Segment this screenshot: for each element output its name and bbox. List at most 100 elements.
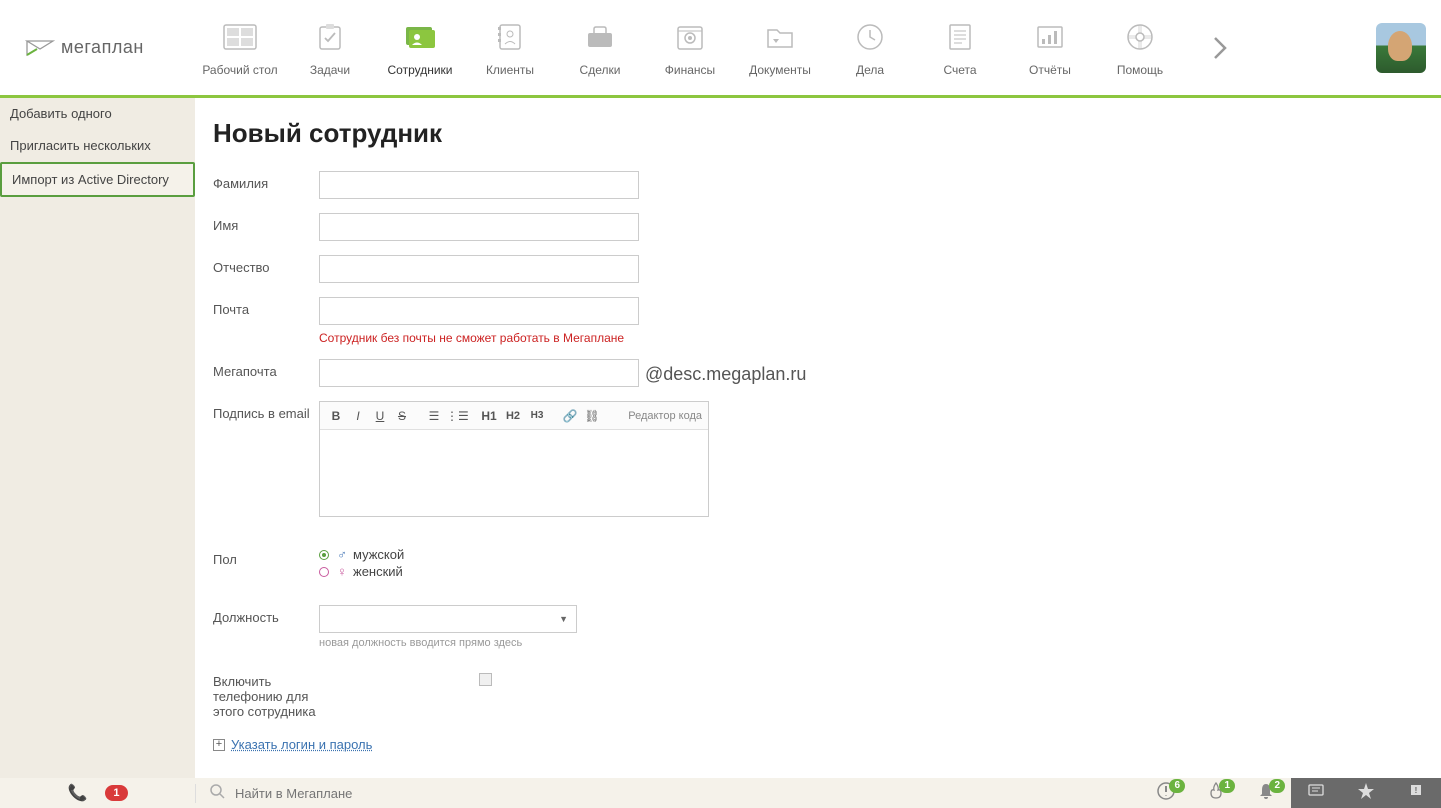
radio-dot-icon <box>319 567 329 577</box>
plus-icon: + <box>213 739 225 751</box>
editor-toolbar: B I U S ☰ ⋮☰ H1 H2 H3 🔗 ⛓ Ре <box>320 402 708 430</box>
strike-btn[interactable]: S <box>392 409 412 423</box>
gender-female-radio[interactable]: ♀ женский <box>319 564 404 579</box>
bold-btn[interactable]: B <box>326 409 346 423</box>
phone-icon[interactable]: 📞 <box>67 783 87 803</box>
nav-label: Дела <box>856 63 884 77</box>
email-hint: Сотрудник без почты не сможет работать в… <box>319 331 639 345</box>
email-label: Почта <box>213 297 319 317</box>
surname-input[interactable] <box>319 171 639 199</box>
nav-label: Счета <box>943 63 976 77</box>
position-label: Должность <box>213 605 319 625</box>
sidebar-item-invite-many[interactable]: Пригласить нескольких <box>0 130 195 162</box>
h2-btn[interactable]: H2 <box>502 410 524 422</box>
patronymic-input[interactable] <box>319 255 639 283</box>
sidebar-item-add-one[interactable]: Добавить одного <box>0 98 195 130</box>
nav-label: Отчёты <box>1029 63 1071 77</box>
nav-activities[interactable]: Дела <box>825 9 915 87</box>
flag-icon: ! <box>1408 783 1424 804</box>
fire-badge: 1 <box>1219 779 1235 793</box>
gender-male-label: мужской <box>353 547 404 562</box>
clients-icon <box>488 19 532 55</box>
nav-help[interactable]: Помощь <box>1095 9 1185 87</box>
position-select[interactable]: ▼ <box>319 605 577 633</box>
footer-alert[interactable]: 6 <box>1141 778 1191 808</box>
page-title: Новый сотрудник <box>213 118 1423 149</box>
logo[interactable]: мегаплан <box>0 37 195 59</box>
nav-documents[interactable]: Документы <box>735 9 825 87</box>
footer-icons: 6 1 2 ! <box>1141 778 1441 808</box>
nav-employees[interactable]: Сотрудники <box>375 9 465 87</box>
unlink-btn[interactable]: ⛓ <box>582 409 602 423</box>
alert-badge: 6 <box>1169 779 1185 793</box>
gender-label: Пол <box>213 547 319 567</box>
invoices-icon <box>938 19 982 55</box>
underline-btn[interactable]: U <box>370 409 390 423</box>
login-link-label: Указать логин и пароль <box>231 737 372 752</box>
editor-body[interactable] <box>320 430 708 516</box>
reports-icon <box>1028 19 1072 55</box>
link-btn[interactable]: 🔗 <box>560 409 580 423</box>
phone-badge[interactable]: 1 <box>105 785 127 801</box>
nav-label: Финансы <box>665 63 715 77</box>
nav-label: Помощь <box>1117 63 1163 77</box>
tasks-icon <box>308 19 352 55</box>
desktop-icon <box>218 19 262 55</box>
search-input[interactable] <box>235 786 535 801</box>
patronymic-label: Отчество <box>213 255 319 275</box>
sidebar-item-import-ad[interactable]: Импорт из Active Directory <box>0 162 195 197</box>
gender-male-radio[interactable]: ♂ мужской <box>319 547 404 562</box>
svg-text:!: ! <box>1415 786 1418 795</box>
login-password-expand[interactable]: + Указать логин и пароль <box>213 737 1423 752</box>
nav-more-arrow[interactable] <box>1195 9 1245 87</box>
star-icon <box>1357 782 1375 805</box>
male-icon: ♂ <box>335 548 349 562</box>
nav-label: Сотрудники <box>388 63 453 77</box>
megamail-label: Мегапочта <box>213 359 319 379</box>
user-avatar[interactable] <box>1376 23 1426 73</box>
surname-label: Фамилия <box>213 171 319 191</box>
h1-btn[interactable]: H1 <box>478 409 500 423</box>
name-input[interactable] <box>319 213 639 241</box>
h3-btn[interactable]: H3 <box>526 410 548 421</box>
footer-star[interactable] <box>1341 778 1391 808</box>
nav-finance[interactable]: Финансы <box>645 9 735 87</box>
nav-label: Задачи <box>310 63 350 77</box>
footer-flag[interactable]: ! <box>1391 778 1441 808</box>
employees-icon <box>398 19 442 55</box>
deals-icon <box>578 19 622 55</box>
gender-female-label: женский <box>353 564 403 579</box>
italic-btn[interactable]: I <box>348 409 368 423</box>
nav-desktop[interactable]: Рабочий стол <box>195 9 285 87</box>
help-icon <box>1118 19 1162 55</box>
nav-clients[interactable]: Клиенты <box>465 9 555 87</box>
content: Новый сотрудник Фамилия Имя Отчество Поч… <box>195 98 1441 778</box>
nav-tasks[interactable]: Задачи <box>285 9 375 87</box>
nav-invoices[interactable]: Счета <box>915 9 1005 87</box>
footer-chat[interactable] <box>1291 778 1341 808</box>
megamail-suffix: @desc.megaplan.ru <box>645 362 806 385</box>
logo-icon <box>25 37 55 59</box>
sidebar: Добавить одного Пригласить нескольких Им… <box>0 98 195 778</box>
footer-fire[interactable]: 1 <box>1191 778 1241 808</box>
telephony-checkbox[interactable] <box>479 673 492 686</box>
nav-label: Документы <box>749 63 811 77</box>
ul-btn[interactable]: ⋮☰ <box>446 409 466 423</box>
megamail-input[interactable] <box>319 359 639 387</box>
logo-text: мегаплан <box>61 37 144 58</box>
finance-icon <box>668 19 712 55</box>
bell-badge: 2 <box>1269 779 1285 793</box>
footer-bell[interactable]: 2 <box>1241 778 1291 808</box>
nav-items: Рабочий стол Задачи Сотрудники Клиенты С… <box>195 9 1245 87</box>
activities-icon <box>848 19 892 55</box>
name-label: Имя <box>213 213 319 233</box>
ol-btn[interactable]: ☰ <box>424 409 444 423</box>
code-editor-btn[interactable]: Редактор кода <box>628 410 702 422</box>
search-icon <box>210 784 225 803</box>
female-icon: ♀ <box>335 565 349 579</box>
documents-icon <box>758 19 802 55</box>
signature-label: Подпись в email <box>213 401 319 421</box>
nav-reports[interactable]: Отчёты <box>1005 9 1095 87</box>
nav-deals[interactable]: Сделки <box>555 9 645 87</box>
email-input[interactable] <box>319 297 639 325</box>
